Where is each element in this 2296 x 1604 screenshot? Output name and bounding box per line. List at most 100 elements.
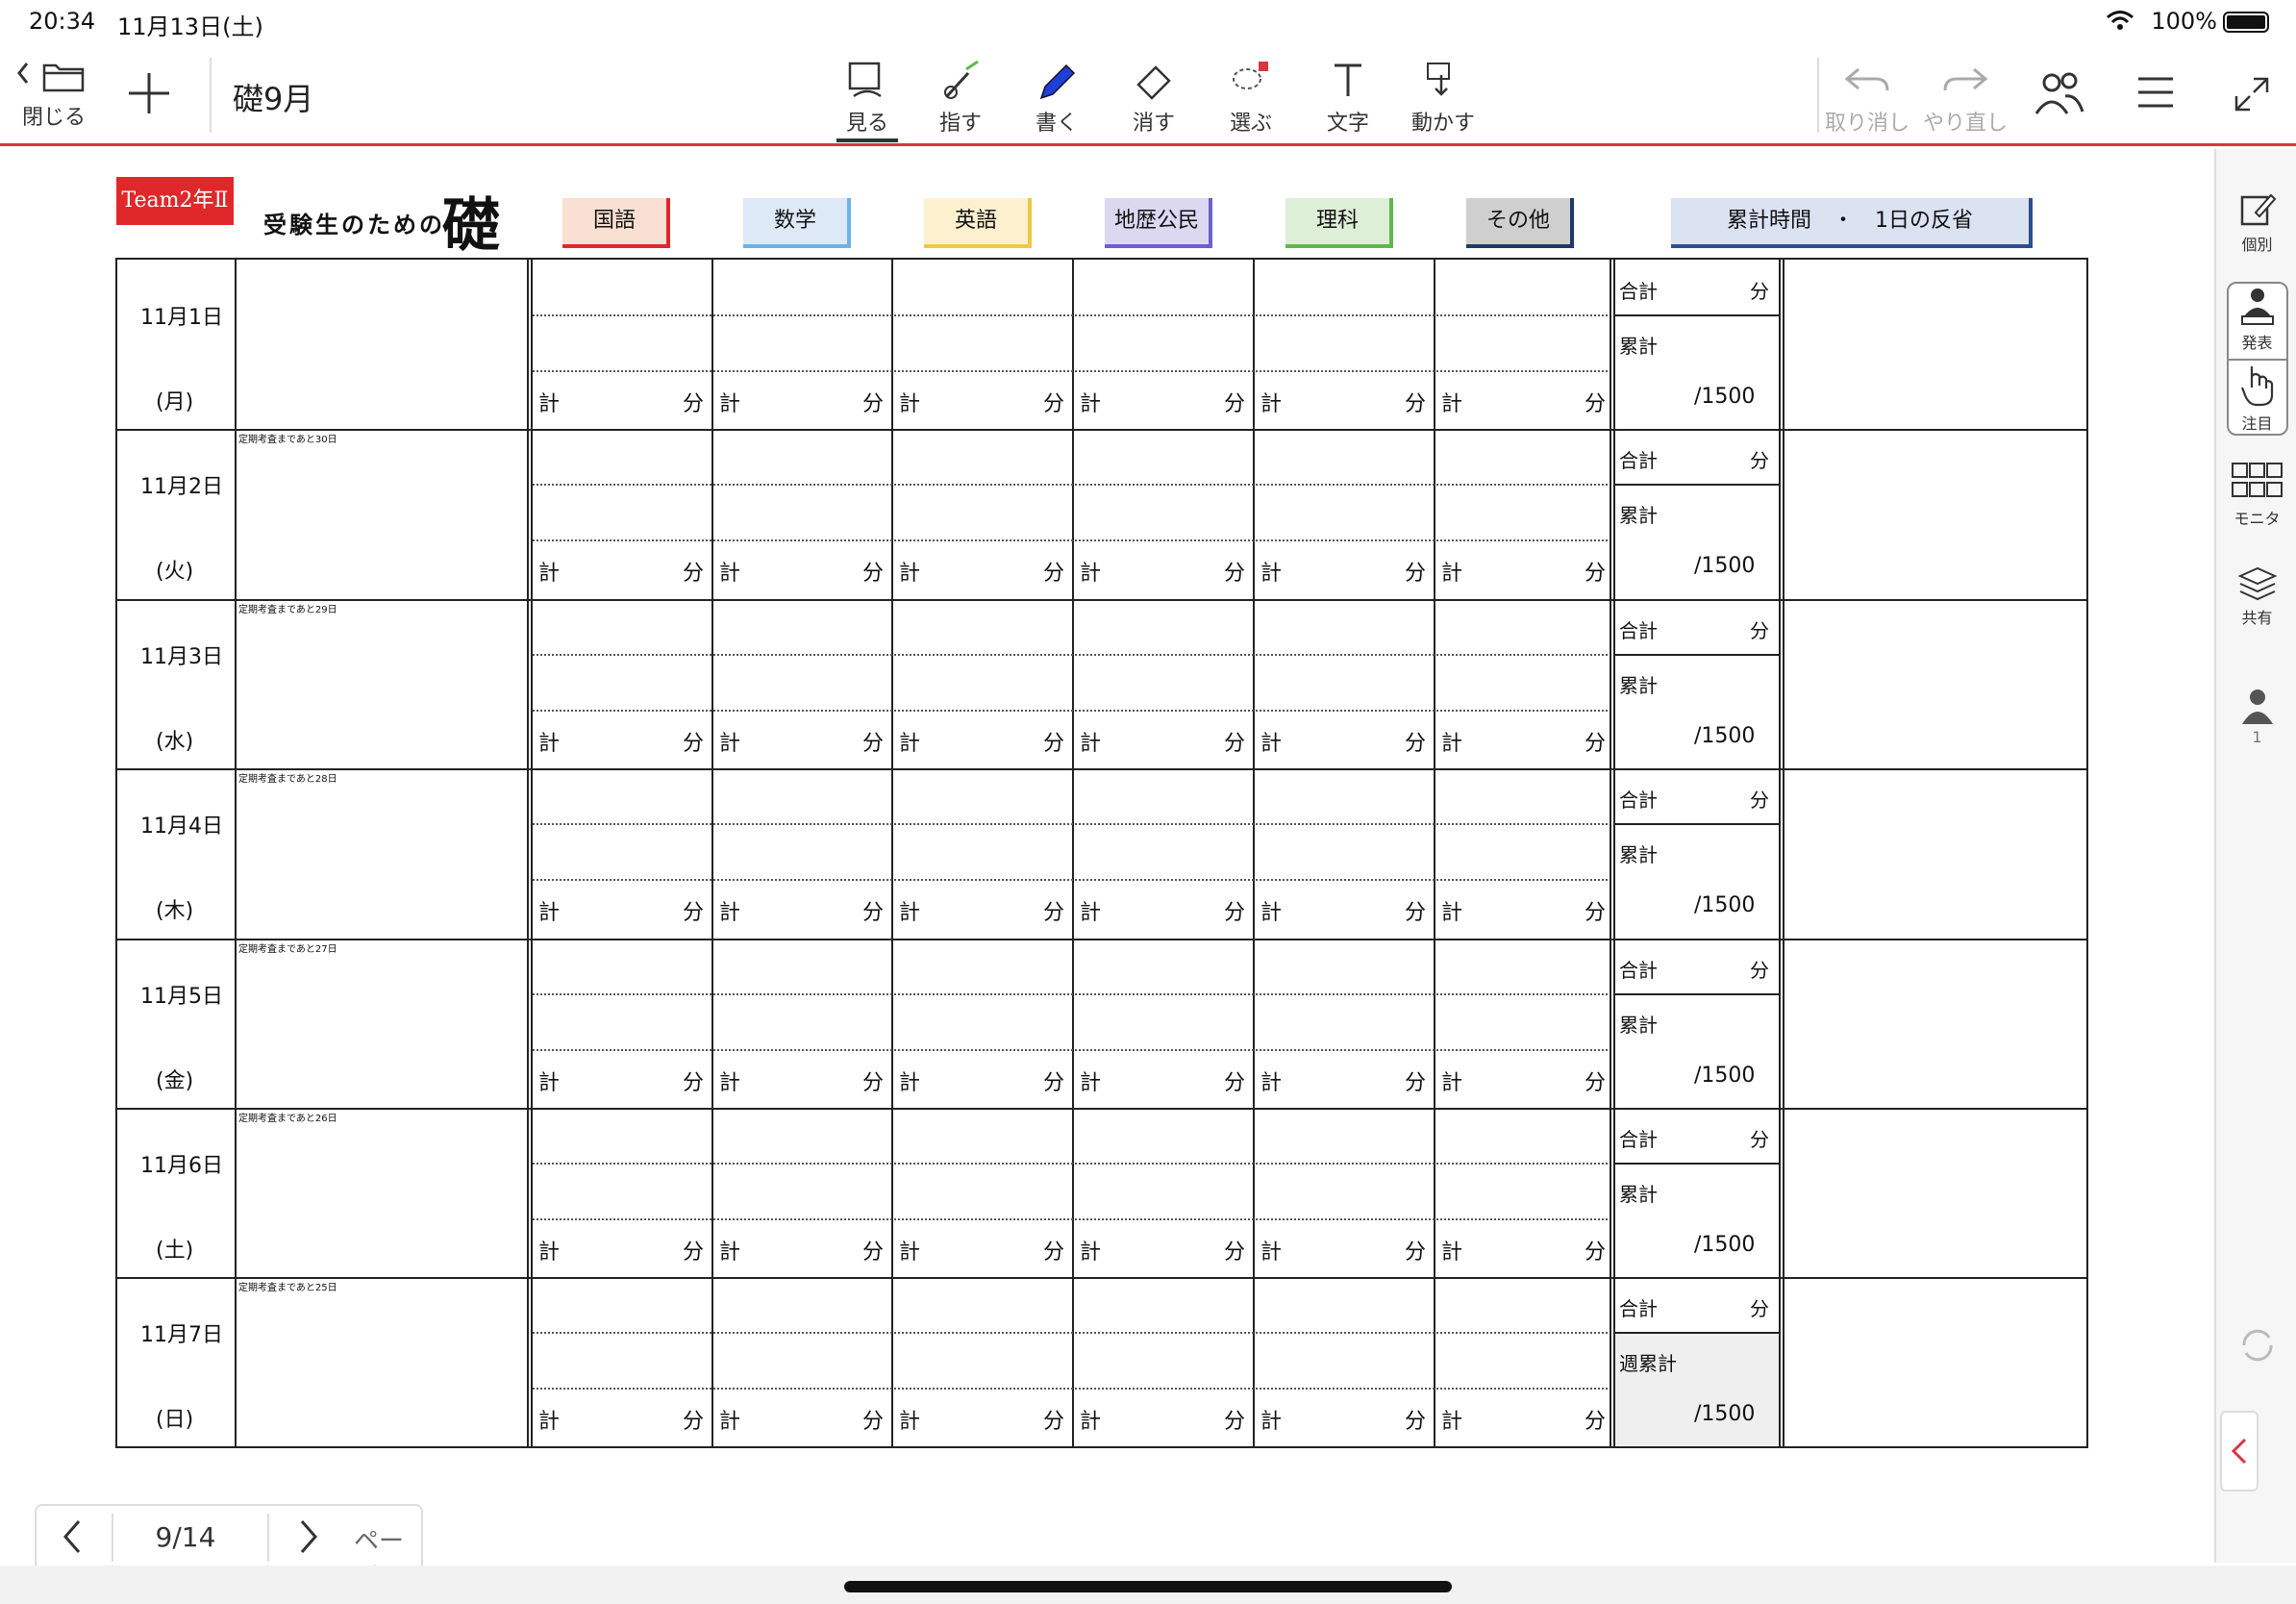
tool-write-button[interactable]: 書く xyxy=(1036,60,1078,137)
subject-total-label: 計 xyxy=(719,1241,741,1265)
subject-minutes-unit: 分 xyxy=(862,1410,885,1434)
subject-total-label: 計 xyxy=(1260,1241,1283,1265)
tool-select-button[interactable]: 選ぶ xyxy=(1230,60,1272,137)
subject-total-label: 計 xyxy=(719,1071,741,1095)
status-bar: 20:34 11月13日(土) 100% xyxy=(0,0,2296,46)
participants-count[interactable]: 1 xyxy=(2216,688,2296,746)
subject-minutes-unit: 分 xyxy=(1405,732,1427,756)
daily-total-unit: 分 xyxy=(1750,449,1769,472)
expand-icon xyxy=(2234,77,2269,112)
day-date: 11月2日 xyxy=(140,475,223,499)
toolbar: 閉じる 礎9月 見る 指す 書く 消す 選ぶ 文字 動かす 取り消し やり直し xyxy=(0,46,2296,146)
present-button[interactable]: 発表 xyxy=(2216,286,2296,353)
text-icon xyxy=(1335,63,1361,96)
subject-minutes-unit: 分 xyxy=(683,1241,705,1265)
subject-dotted-line xyxy=(533,484,1608,486)
redo-button[interactable]: やり直し xyxy=(1923,60,2008,137)
subject-minutes-unit: 分 xyxy=(1043,732,1065,756)
tool-move-button[interactable]: 動かす xyxy=(1411,60,1475,137)
subject-header-0: 国語 xyxy=(562,198,670,248)
individual-button[interactable]: 個別 xyxy=(2216,188,2296,255)
home-indicator[interactable] xyxy=(844,1581,1452,1592)
tool-point-button[interactable]: 指す xyxy=(939,60,982,137)
day-weekday: (日) xyxy=(156,1408,194,1432)
document-title: 礎9月 xyxy=(233,81,314,117)
subject-dotted-line xyxy=(533,1163,1608,1165)
prev-page-button[interactable] xyxy=(58,1516,87,1565)
grid-row-divider xyxy=(117,939,2086,940)
tool-label: 動かす xyxy=(1411,112,1476,136)
redo-icon xyxy=(1943,67,1988,91)
subject-minutes-unit: 分 xyxy=(1405,1410,1427,1434)
users-icon xyxy=(2034,72,2084,114)
subject-total-label: 計 xyxy=(1080,1241,1102,1265)
expand-button[interactable] xyxy=(2233,75,2271,113)
share-button[interactable]: 共有 xyxy=(2216,564,2296,628)
pointer-icon xyxy=(944,60,979,99)
subject-total-label: 計 xyxy=(719,562,741,586)
subject-total-label: 計 xyxy=(1260,1410,1283,1434)
subject-header-1: 数学 xyxy=(743,198,851,248)
sidebar-label: 個別 xyxy=(2241,236,2273,254)
attention-button[interactable]: 注目 xyxy=(2216,363,2296,434)
subject-minutes-unit: 分 xyxy=(1043,1410,1065,1434)
subject-total-label: 計 xyxy=(1441,1071,1463,1095)
subject-minutes-unit: 分 xyxy=(1224,732,1246,756)
menu-button[interactable] xyxy=(2136,73,2175,112)
tool-text-button[interactable]: 文字 xyxy=(1327,60,1369,137)
subject-minutes-unit: 分 xyxy=(862,732,885,756)
sync-button[interactable] xyxy=(2216,1324,2296,1366)
subject-minutes-unit: 分 xyxy=(1043,1241,1065,1265)
battery-percent: 100% xyxy=(2151,8,2217,35)
team-logo: Team2年Ⅱ特 xyxy=(116,177,234,261)
subject-total-label: 計 xyxy=(1260,562,1283,586)
grid-vline xyxy=(235,260,237,1446)
cumulative-label: 累計 xyxy=(1619,674,1658,697)
subject-total-label: 計 xyxy=(538,901,561,925)
summary-divider xyxy=(1613,823,1779,825)
undo-button[interactable]: 取り消し xyxy=(1825,60,1909,137)
subject-minutes-unit: 分 xyxy=(1043,562,1065,586)
subject-total-label: 計 xyxy=(1260,732,1283,756)
subject-minutes-unit: 分 xyxy=(1224,901,1246,925)
subject-minutes-unit: 分 xyxy=(683,901,705,925)
subject-total-label: 計 xyxy=(899,732,921,756)
monitor-grid-icon xyxy=(2231,463,2283,497)
day-weekday: (金) xyxy=(156,1069,194,1093)
subject-dotted-line xyxy=(533,1332,1608,1334)
daily-total-unit: 分 xyxy=(1750,280,1769,303)
subject-total-label: 計 xyxy=(1080,562,1102,586)
monitor-button[interactable]: モニタ xyxy=(2216,462,2296,529)
subject-dotted-line xyxy=(533,993,1608,995)
redo-label: やり直し xyxy=(1923,112,2009,136)
collapse-sidebar-button[interactable] xyxy=(2220,1411,2259,1491)
tool-view-button[interactable]: 見る xyxy=(836,60,898,142)
hamburger-menu-icon xyxy=(2138,77,2173,108)
grid-vline xyxy=(1434,260,1435,1446)
next-page-button[interactable] xyxy=(294,1516,323,1565)
cumulative-target: /1500 xyxy=(1694,724,1756,748)
folder-back-icon xyxy=(17,63,85,92)
eraser-icon xyxy=(1136,65,1171,100)
subject-minutes-unit: 分 xyxy=(1405,1071,1427,1095)
subject-total-label: 計 xyxy=(899,392,921,416)
cumulative-target: /1500 xyxy=(1694,1233,1756,1257)
add-page-button[interactable] xyxy=(123,67,175,119)
subject-minutes-unit: 分 xyxy=(1224,1241,1246,1265)
chevron-left-icon xyxy=(2231,1438,2247,1465)
subject-header-2: 英語 xyxy=(924,198,1032,248)
grid-vline xyxy=(1613,260,1615,1446)
tool-erase-button[interactable]: 消す xyxy=(1133,60,1175,137)
close-button[interactable]: 閉じる xyxy=(15,58,92,131)
subject-dotted-line xyxy=(533,1049,1608,1051)
cumulative-label: 累計 xyxy=(1619,843,1658,866)
summary-divider xyxy=(1613,993,1779,995)
subject-minutes-unit: 分 xyxy=(1585,901,1607,925)
cumulative-target: /1500 xyxy=(1694,1064,1756,1088)
cumulative-label: 累計 xyxy=(1619,504,1658,527)
battery-icon xyxy=(2223,12,2269,33)
subject-minutes-unit: 分 xyxy=(1224,1410,1246,1434)
users-button[interactable] xyxy=(2033,69,2086,119)
subject-minutes-unit: 分 xyxy=(1405,392,1427,416)
subject-minutes-unit: 分 xyxy=(862,1071,885,1095)
